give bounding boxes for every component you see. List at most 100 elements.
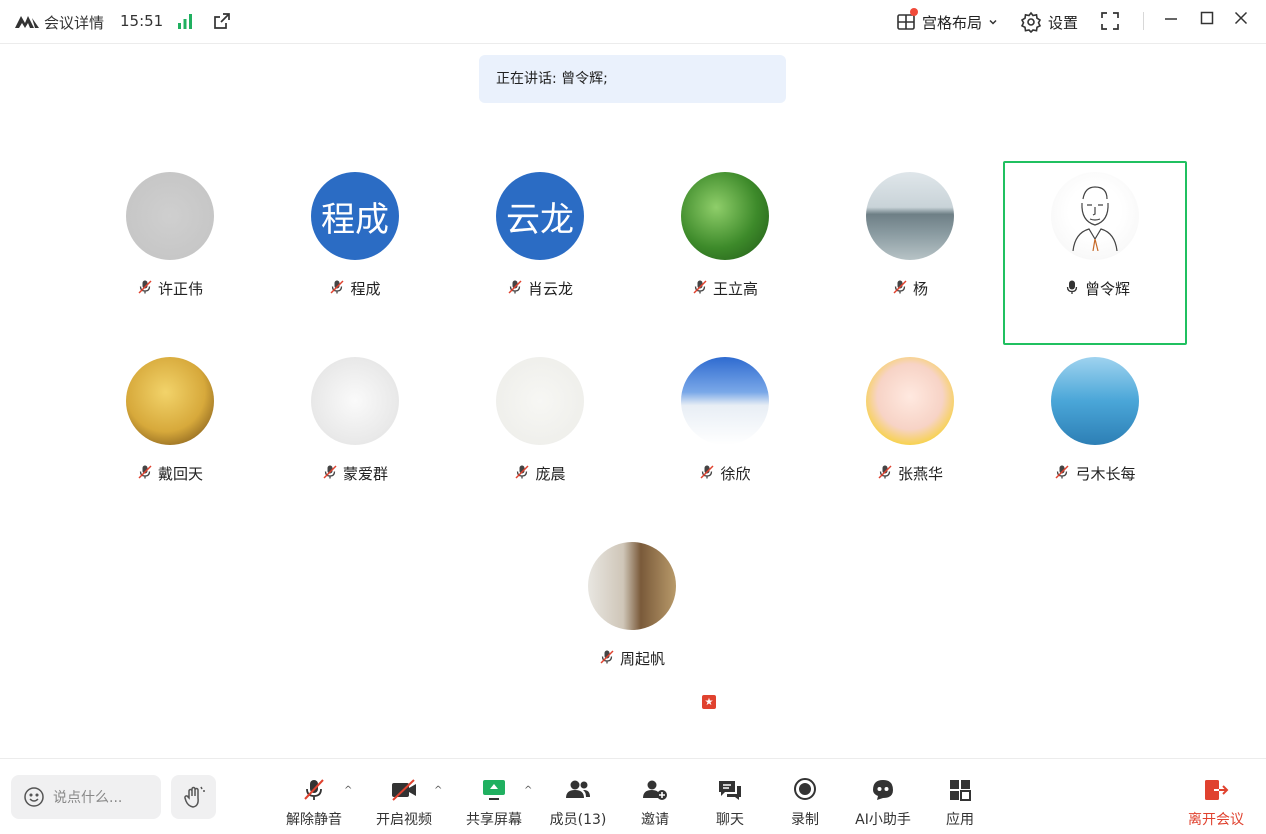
share-screen-button[interactable]: 共享屏幕 ^ <box>454 777 534 829</box>
participant-tile[interactable]: 张燕华 <box>818 346 1002 530</box>
participant-tile[interactable]: 杨 <box>818 161 1002 345</box>
participant-name-row: 王立高 <box>633 278 817 299</box>
fullscreen-icon[interactable] <box>1099 10 1121 36</box>
meeting-toolbar: 说点什么... 解除静音 ^ 开启视频 ^ 共享屏幕 ^ 成员(13) 邀请 聊… <box>0 758 1266 834</box>
apps-button[interactable]: 应用 <box>920 777 1000 829</box>
participant-tile[interactable]: 云龙 肖云龙 <box>448 161 632 345</box>
avatar <box>681 172 769 260</box>
participant-name-row: 张燕华 <box>818 463 1002 484</box>
participant-name-row: 程成 <box>263 278 447 299</box>
raise-hand-icon <box>183 786 205 808</box>
microphone-muted-icon <box>1054 464 1070 484</box>
participant-name: 曾令辉 <box>1084 280 1130 298</box>
participant-name-row: 弓木长每 <box>1003 463 1187 484</box>
microphone-icon <box>1064 279 1080 299</box>
grid-layout-button[interactable]: 宫格布局 <box>896 8 998 35</box>
participant-tile[interactable]: 许正伟 <box>78 161 262 345</box>
participant-name: 弓木长每 <box>1075 465 1136 483</box>
record-button[interactable]: 录制 <box>765 777 845 829</box>
members-button[interactable]: 成员(13) <box>538 777 618 829</box>
share-link-icon[interactable] <box>212 11 232 35</box>
invite-button[interactable]: 邀请 <box>615 777 695 829</box>
avatar <box>1051 172 1139 260</box>
maximize-icon[interactable] <box>1199 10 1215 30</box>
unmute-options-chevron-up-icon[interactable]: ^ <box>344 785 352 796</box>
participant-name-row: 徐欣 <box>633 463 817 484</box>
raise-hand-button[interactable] <box>171 775 216 819</box>
microphone-muted-icon <box>699 464 715 484</box>
chat-bubble-icon <box>719 781 741 800</box>
host-badge-icon: ★ <box>700 693 718 711</box>
microphone-muted-icon <box>322 464 338 484</box>
microphone-muted-icon <box>599 649 615 669</box>
leave-meeting-label: 离开会议 <box>1188 812 1244 828</box>
speaking-banner: 正在讲话: 曾令辉; <box>479 55 786 103</box>
unmute-label: 解除静音 <box>286 812 342 828</box>
unmute-button[interactable]: 解除静音 ^ <box>274 777 354 829</box>
members-icon <box>566 780 590 798</box>
gear-icon <box>1020 11 1042 33</box>
share-screen-icon <box>483 780 505 800</box>
avatar <box>126 357 214 445</box>
participant-tile[interactable]: ★ 周起帆 <box>540 531 724 715</box>
microphone-muted-icon <box>692 279 708 299</box>
participant-name: 王立高 <box>712 280 758 298</box>
microphone-muted-icon <box>304 779 324 800</box>
record-label: 录制 <box>791 812 819 828</box>
ai-assistant-icon <box>873 780 893 800</box>
apps-label: 应用 <box>946 812 974 828</box>
participant-name: 徐欣 <box>720 465 751 483</box>
avatar <box>866 357 954 445</box>
start-video-label: 开启视频 <box>376 812 432 828</box>
chat-placeholder: 说点什么... <box>53 790 123 806</box>
participant-tile[interactable]: 曾令辉 <box>1003 161 1187 345</box>
emoji-icon[interactable] <box>23 786 45 808</box>
app-logo-icon <box>14 12 40 34</box>
participant-tile[interactable]: 程成 程成 <box>263 161 447 345</box>
participant-name-row: 戴回天 <box>78 463 262 484</box>
ai-assistant-button[interactable]: AI小助手 <box>843 777 923 829</box>
chat-button[interactable]: 聊天 <box>690 777 770 829</box>
participant-tile[interactable]: 王立高 <box>633 161 817 345</box>
microphone-muted-icon <box>877 464 893 484</box>
participant-name: 庞晨 <box>535 465 566 483</box>
settings-button[interactable]: 设置 <box>1020 9 1078 35</box>
quick-chat-input[interactable]: 说点什么... <box>11 775 161 819</box>
avatar: 云龙 <box>496 172 584 260</box>
participant-tile[interactable]: 庞晨 <box>448 346 632 530</box>
meeting-details-link[interactable]: 会议详情 <box>44 12 104 33</box>
network-signal-icon[interactable] <box>176 12 194 34</box>
participant-tile[interactable]: 弓木长每 <box>1003 346 1187 530</box>
camera-off-icon <box>392 779 416 801</box>
leave-meeting-button[interactable]: 离开会议 <box>1176 777 1256 829</box>
toolbar-divider <box>1143 12 1144 30</box>
participant-name: 戴回天 <box>157 465 203 483</box>
participant-tile[interactable]: 蒙爱群 <box>263 346 447 530</box>
start-video-button[interactable]: 开启视频 ^ <box>364 777 444 829</box>
grid-layout-label: 宫格布局 <box>922 13 983 32</box>
close-icon[interactable] <box>1233 10 1249 30</box>
microphone-muted-icon <box>137 464 153 484</box>
participant-name: 张燕华 <box>897 465 943 483</box>
share-options-chevron-up-icon[interactable]: ^ <box>524 785 532 796</box>
avatar <box>681 357 769 445</box>
participant-name-row: 蒙爱群 <box>263 463 447 484</box>
invite-user-icon <box>643 780 667 800</box>
microphone-muted-icon <box>892 279 908 299</box>
participant-name-row: 许正伟 <box>78 278 262 299</box>
microphone-muted-icon <box>329 279 345 299</box>
avatar <box>311 357 399 445</box>
participant-name-row: 周起帆 <box>540 648 724 669</box>
avatar <box>588 542 676 630</box>
participant-name: 周起帆 <box>619 650 665 668</box>
avatar <box>126 172 214 260</box>
microphone-muted-icon <box>507 279 523 299</box>
title-bar: 会议详情 15:51 宫格布局 设置 <box>0 0 1266 44</box>
video-options-chevron-up-icon[interactable]: ^ <box>434 785 442 796</box>
participant-tile[interactable]: 戴回天 <box>78 346 262 530</box>
minimize-icon[interactable] <box>1163 10 1179 30</box>
share-screen-label: 共享屏幕 <box>466 812 522 828</box>
invite-label: 邀请 <box>641 812 669 828</box>
meeting-time: 15:51 <box>120 12 164 30</box>
participant-tile[interactable]: 徐欣 <box>633 346 817 530</box>
